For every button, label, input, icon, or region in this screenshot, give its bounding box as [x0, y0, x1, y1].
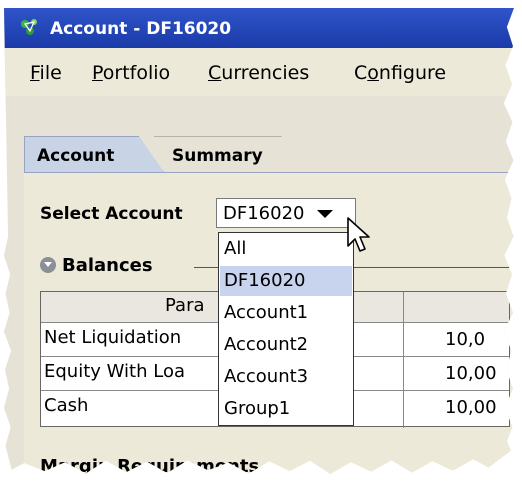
account-select[interactable]: DF16020 [216, 198, 356, 228]
collapse-icon[interactable] [40, 257, 56, 273]
row-name-cash[interactable]: Cash [44, 395, 88, 416]
option-account1[interactable]: Account1 [220, 298, 352, 328]
tab-account[interactable]: Account [24, 136, 164, 172]
menu-portfolio-accel: P [92, 62, 103, 84]
row-value-equity-with-loan[interactable]: 10,00 [445, 363, 497, 384]
tab-strip: Summary Account [4, 136, 514, 172]
menu-configure-pre: C [354, 62, 368, 84]
account-select-value: DF16020 [223, 203, 305, 224]
menu-file[interactable]: File [30, 62, 62, 84]
row-value-net-liquidation[interactable]: 10,0 [445, 329, 485, 350]
menu-configure-accel: o [367, 62, 379, 84]
option-group1[interactable]: Group1 [220, 394, 352, 424]
option-account2[interactable]: Account2 [220, 330, 352, 360]
option-df16020[interactable]: DF16020 [220, 266, 352, 296]
column-separator [403, 292, 404, 428]
account-window: Account - DF16020 File Portfolio Currenc… [4, 8, 514, 477]
option-all[interactable]: All [220, 234, 352, 264]
column-header-parameter[interactable]: Para [165, 295, 205, 316]
menu-file-accel: F [30, 62, 40, 84]
balances-title: Balances [62, 255, 153, 276]
app-icon [21, 19, 37, 35]
menu-configure[interactable]: Configure [354, 62, 446, 84]
row-value-cash[interactable]: 10,00 [445, 397, 497, 418]
balances-section-header[interactable]: Balances [40, 255, 153, 276]
menu-portfolio-rest: ortfolio [102, 62, 171, 84]
menu-currencies-accel: C [208, 62, 222, 84]
title-bar[interactable]: Account - DF16020 [4, 8, 514, 48]
menu-currencies[interactable]: Currencies [208, 62, 309, 84]
margin-section-header[interactable]: Margin Requirements [40, 456, 260, 477]
mouse-pointer-icon [347, 217, 370, 252]
menu-currencies-rest: urrencies [221, 62, 310, 84]
menu-bar: File Portfolio Currencies Configure [4, 48, 514, 96]
section-divider [194, 267, 218, 268]
section-divider [354, 267, 514, 268]
select-account-label: Select Account [40, 204, 183, 224]
account-dropdown-list: All DF16020 Account1 Account2 Account3 G… [218, 232, 354, 426]
row-name-equity-with-loan[interactable]: Equity With Loa [44, 361, 185, 382]
tab-summary[interactable]: Summary [154, 136, 302, 172]
option-account3[interactable]: Account3 [220, 362, 352, 392]
margin-title: Margin Requirements [40, 456, 260, 477]
menu-portfolio[interactable]: Portfolio [92, 62, 170, 84]
row-name-net-liquidation[interactable]: Net Liquidation [44, 327, 181, 348]
menu-file-rest: ile [39, 62, 62, 84]
window-title: Account - DF16020 [50, 19, 232, 39]
chevron-down-icon[interactable] [317, 210, 333, 218]
menu-configure-rest: nfigure [378, 62, 447, 84]
